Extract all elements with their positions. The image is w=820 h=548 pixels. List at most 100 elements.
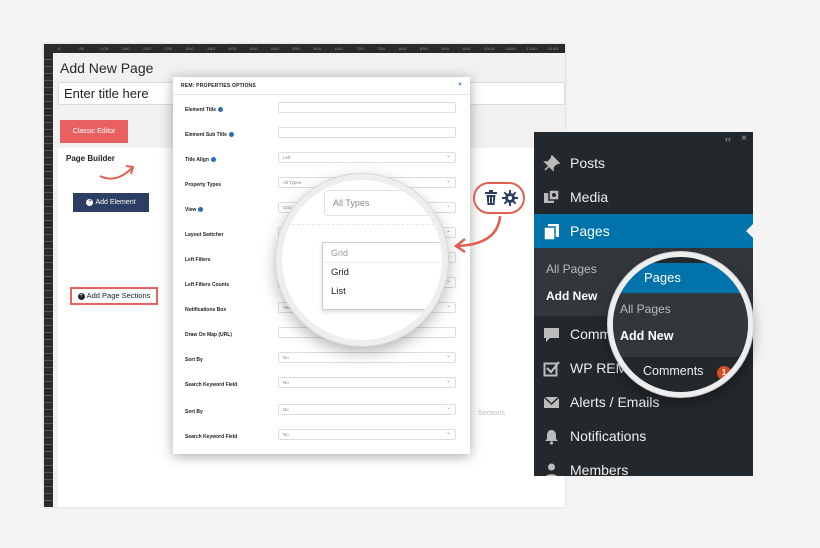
field-label-text: Element Title: [185, 107, 217, 113]
field-label-text: Sort By: [185, 357, 203, 363]
modal-header: REM: PROPERTIES OPTIONS ×: [173, 77, 470, 95]
menu-item-alerts-emails[interactable]: Alerts / Emails: [534, 385, 753, 419]
collapse-icon[interactable]: ‹‹: [725, 134, 731, 144]
add-element-button[interactable]: + Add Element: [73, 193, 149, 212]
menu-item-label: Alerts / Emails: [570, 394, 660, 410]
pages-icon: [543, 224, 559, 240]
ruler-tick: 1050: [505, 46, 517, 51]
ruler-tick: 800: [398, 46, 407, 51]
ruler-tick: 1150: [547, 46, 559, 51]
ruler-tick: 950: [462, 46, 471, 51]
plus-icon: +: [86, 198, 94, 206]
field-label-text: Layout Switcher: [185, 232, 224, 238]
add-sections-label: Add Page Sections: [86, 291, 151, 300]
field-label: Sort By: [185, 409, 203, 415]
element-actions-highlight: [473, 182, 525, 214]
field-label: View: [185, 207, 204, 213]
dropdown-current: Grid: [323, 243, 442, 263]
ruler-tick: 500: [270, 46, 280, 51]
modal-field-row: Sort By No: [173, 403, 470, 423]
envelope-icon: [543, 396, 560, 408]
active-indicator: [746, 224, 753, 238]
bell-icon: [545, 430, 558, 445]
plus-icon: +: [77, 292, 85, 300]
comments-count-badge: 1: [717, 366, 731, 380]
menu-item-posts[interactable]: Posts: [534, 146, 753, 180]
modal-field-row: Title Align Left: [173, 151, 470, 171]
pages-menu-magnifier: Pages All Pages Add New Comments 1: [608, 252, 753, 397]
view-dropdown[interactable]: Grid Grid List: [322, 242, 442, 310]
divider: [282, 224, 442, 225]
submenu-all-pages[interactable]: All Pages: [546, 262, 597, 276]
ruler-tick: 850: [420, 46, 429, 51]
top-ruler: 0 50 100 150 200 250 300 350 400 450 500 550 600 650 7…: [44, 44, 565, 53]
ruler-tick: 550: [292, 46, 301, 51]
help-icon[interactable]: [228, 132, 234, 138]
field-label: Element Title: [185, 107, 224, 113]
field-label: Sort By: [185, 357, 203, 363]
menu-item-label: Media: [570, 189, 609, 205]
classic-editor-button[interactable]: Classic Editor: [60, 120, 128, 143]
field-label-text: Property Types: [185, 182, 222, 188]
dropdown-option-list[interactable]: List: [323, 282, 442, 301]
checkbox-icon: [543, 361, 560, 377]
field-select[interactable]: No: [278, 403, 456, 415]
menu-item-label: Members: [570, 462, 629, 476]
members-icon: [546, 463, 557, 476]
magnified-comments[interactable]: Comments: [643, 364, 703, 378]
field-label: Property Types: [185, 182, 221, 188]
field-select[interactable]: No: [278, 351, 456, 363]
ruler-tick: 300: [185, 46, 194, 51]
field-input[interactable]: [278, 102, 456, 113]
ruler-tick: 150: [121, 46, 131, 51]
property-types-select[interactable]: All Types: [324, 190, 442, 216]
ruler-tick: 0: [58, 46, 61, 51]
field-label: Search Keyword Field: [185, 382, 237, 388]
menu-item-notifications[interactable]: Notifications: [534, 419, 753, 453]
field-label: Left Filters: [185, 257, 211, 263]
gear-icon[interactable]: [502, 190, 518, 206]
ruler-tick: 1000: [483, 46, 495, 51]
menu-item-members[interactable]: Members: [534, 453, 753, 476]
help-icon[interactable]: [198, 207, 204, 213]
add-page-sections-button[interactable]: + Add Page Sections: [70, 287, 158, 305]
field-label: Element Sub Title: [185, 132, 234, 138]
curved-arrow-icon: [453, 215, 502, 254]
ruler-tick: 250: [164, 46, 173, 51]
field-input[interactable]: [278, 127, 456, 138]
field-label-text: Draw On Map (URL): [185, 332, 232, 338]
ruler-tick: 1100: [526, 46, 538, 51]
submenu-add-new[interactable]: Add New: [546, 289, 597, 303]
menu-item-label: Notifications: [570, 428, 647, 444]
magnified-add-new[interactable]: Add New: [620, 329, 673, 343]
menu-item-label: Posts: [570, 155, 606, 171]
dropdown-option-grid[interactable]: Grid: [323, 263, 442, 282]
help-icon[interactable]: [210, 157, 216, 163]
ruler-tick: 450: [249, 46, 258, 51]
modal-field-row: Sort By No: [173, 351, 470, 371]
field-label: Layout Switcher: [185, 232, 224, 238]
field-label-text: Sort By: [185, 409, 203, 415]
field-label-text: Element Sub Title: [185, 132, 227, 138]
field-label-text: Left Filters: [185, 257, 211, 263]
ruler-tick: 750: [377, 46, 386, 51]
field-select[interactable]: No: [278, 428, 456, 440]
close-icon[interactable]: ×: [741, 133, 747, 144]
field-label-text: Left Filters Counts: [185, 282, 230, 288]
field-label: Title Align: [185, 157, 216, 163]
close-icon[interactable]: ×: [458, 82, 462, 88]
magnified-pages-item[interactable]: Pages: [613, 263, 748, 293]
modal-field-row: Search Keyword Field No: [173, 428, 470, 448]
magnified-all-pages[interactable]: All Pages: [620, 302, 671, 316]
menu-item-media[interactable]: Media: [534, 180, 753, 214]
menu-item-pages[interactable]: Pages: [534, 214, 753, 248]
ruler-tick: 600: [313, 46, 322, 51]
field-select[interactable]: Left: [278, 151, 456, 163]
field-label-text: Title Align: [185, 157, 209, 163]
menu-item-label: Pages: [570, 223, 610, 239]
trash-icon[interactable]: [484, 190, 498, 206]
add-element-label: Add Element: [95, 199, 136, 206]
help-icon[interactable]: [218, 107, 224, 113]
field-select[interactable]: No: [278, 376, 456, 388]
ruler-tick: 100: [100, 46, 109, 51]
